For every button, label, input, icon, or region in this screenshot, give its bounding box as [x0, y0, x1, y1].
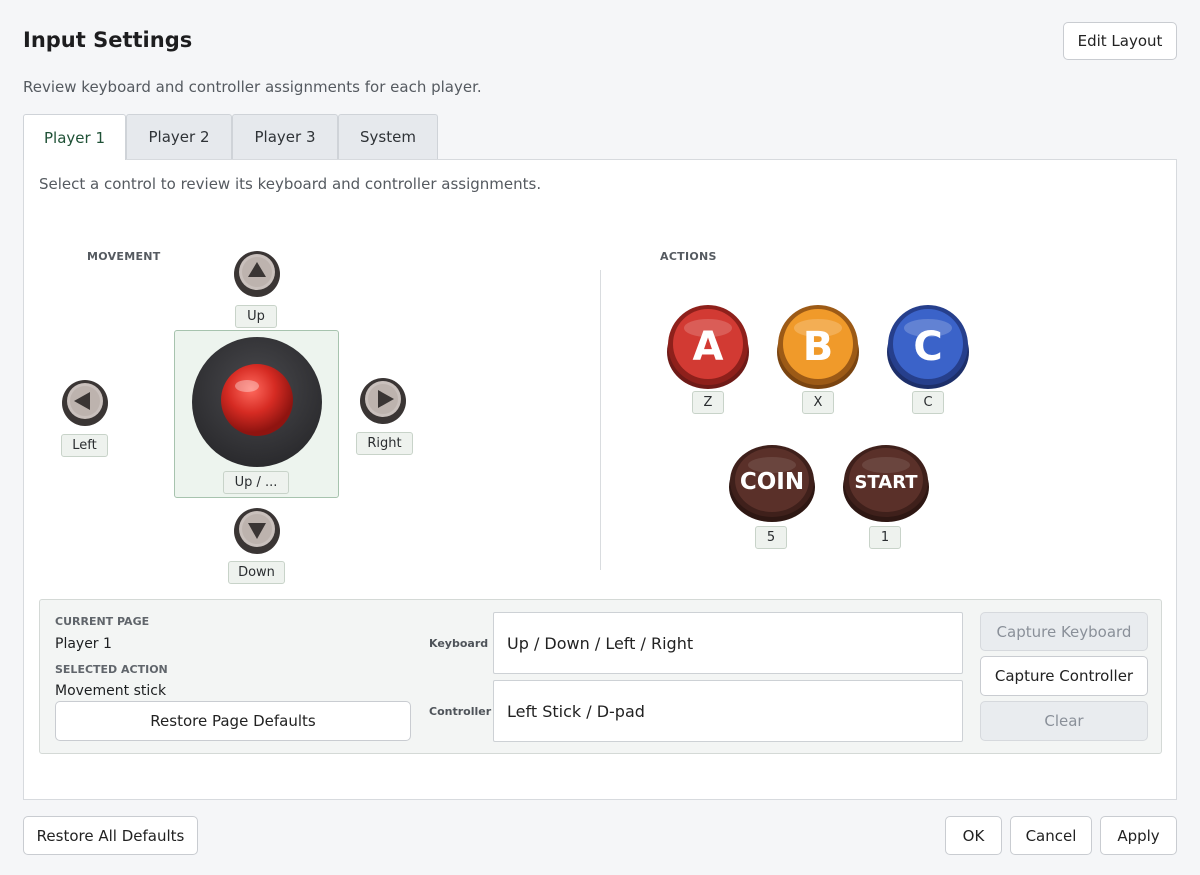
- coin-letter: COIN: [740, 469, 804, 495]
- down-key-tag: Down: [228, 561, 285, 584]
- start-letter: START: [854, 472, 918, 493]
- joystick-icon: [192, 337, 322, 467]
- restore-all-defaults-button[interactable]: Restore All Defaults: [23, 816, 198, 855]
- current-page-value: Player 1: [55, 636, 112, 652]
- apply-button[interactable]: Apply: [1100, 816, 1177, 855]
- tab-player-1[interactable]: Player 1: [23, 114, 126, 160]
- action-a-letter: A: [693, 324, 724, 370]
- capture-controller-button[interactable]: Capture Controller: [980, 656, 1148, 696]
- left-key-tag: Left: [61, 434, 108, 457]
- action-b-key-tag: X: [802, 391, 834, 414]
- keyboard-label: Keyboard: [429, 637, 489, 650]
- start-button[interactable]: START: [842, 443, 930, 523]
- right-key-tag: Right: [356, 432, 413, 455]
- controller-label: Controller: [429, 705, 492, 718]
- coin-key-tag: 5: [755, 526, 787, 549]
- tab-player-3[interactable]: Player 3: [232, 114, 338, 159]
- tab-system[interactable]: System: [338, 114, 438, 159]
- current-page-label: CURRENT PAGE: [55, 615, 150, 628]
- start-key-tag: 1: [869, 526, 901, 549]
- page-subtitle: Review keyboard and controller assignmen…: [23, 78, 482, 96]
- assignment-details: CURRENT PAGE Player 1 SELECTED ACTION Mo…: [39, 599, 1162, 754]
- tab-panel: Select a control to review its keyboard …: [23, 159, 1177, 800]
- left-arrow-button[interactable]: [61, 379, 109, 427]
- cancel-button[interactable]: Cancel: [1010, 816, 1092, 855]
- up-key-tag: Up: [235, 305, 277, 328]
- stick-key-tag: Up / ...: [223, 471, 289, 494]
- action-b-letter: B: [803, 324, 834, 370]
- capture-keyboard-button[interactable]: Capture Keyboard: [980, 612, 1148, 651]
- up-arrow-button[interactable]: [233, 250, 281, 298]
- action-a-key-tag: Z: [692, 391, 724, 414]
- page-title: Input Settings: [23, 28, 193, 52]
- panel-hint: Select a control to review its keyboard …: [39, 175, 542, 193]
- actions-label: ACTIONS: [660, 250, 717, 263]
- action-button-c[interactable]: C: [886, 304, 970, 390]
- restore-page-defaults-button[interactable]: Restore Page Defaults: [55, 701, 411, 741]
- keyboard-field[interactable]: Up / Down / Left / Right: [493, 612, 963, 674]
- selected-action-label: SELECTED ACTION: [55, 663, 168, 676]
- coin-button[interactable]: COIN: [728, 443, 816, 523]
- movement-stick[interactable]: Up / ...: [174, 330, 339, 498]
- action-button-a[interactable]: A: [666, 304, 750, 390]
- movement-label: MOVEMENT: [87, 250, 161, 263]
- right-arrow-button[interactable]: [359, 377, 407, 425]
- clear-button[interactable]: Clear: [980, 701, 1148, 741]
- ok-button[interactable]: OK: [945, 816, 1002, 855]
- edit-layout-button[interactable]: Edit Layout: [1063, 22, 1177, 60]
- section-divider: [600, 270, 601, 570]
- down-arrow-button[interactable]: [233, 507, 281, 555]
- selected-action-value: Movement stick: [55, 683, 167, 699]
- controller-field[interactable]: Left Stick / D-pad: [493, 680, 963, 742]
- tab-player-2[interactable]: Player 2: [126, 114, 232, 159]
- action-c-key-tag: C: [912, 391, 944, 414]
- action-button-b[interactable]: B: [776, 304, 860, 390]
- action-c-letter: C: [913, 324, 942, 370]
